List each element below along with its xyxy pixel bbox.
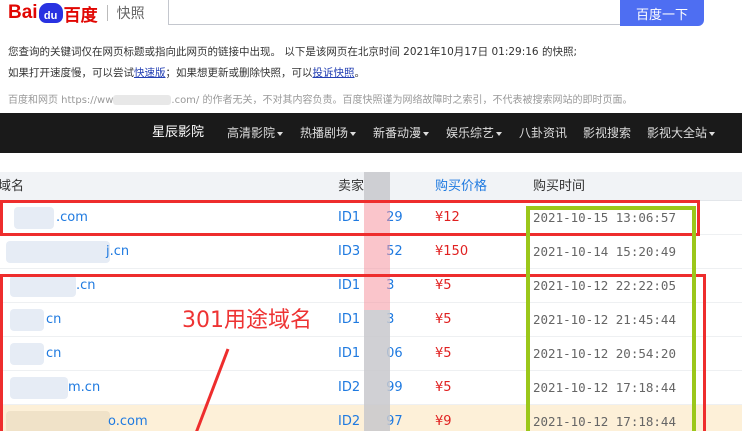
nav-item-gossip[interactable]: 八卦资讯	[519, 113, 567, 153]
price-cell: ¥150	[435, 244, 469, 259]
highlight-box-purchase-times	[526, 206, 696, 431]
fast-version-link[interactable]: 快速版	[134, 67, 166, 79]
seller-id-prefix: ID3	[338, 244, 361, 259]
nav-item-variety[interactable]: 娱乐综艺	[446, 113, 503, 153]
logo-divider	[106, 5, 108, 21]
notice-text: 如果打开速度慢，可以尝试	[8, 67, 134, 79]
nav-label: 影视大全站	[647, 126, 708, 140]
site-nav-bar: 星辰影院 高清影院 热播剧场 新番动漫 娱乐综艺 八卦资讯 影视搜索 影视大全站	[0, 113, 742, 153]
caret-down-icon	[350, 131, 357, 136]
nav-brand[interactable]: 星辰影院	[152, 113, 204, 153]
nav-item-anime[interactable]: 新番动漫	[373, 113, 430, 153]
report-snapshot-link[interactable]: 投诉快照	[313, 67, 355, 79]
baidu-logo[interactable]: Bai du 百度 快照	[8, 1, 145, 26]
redaction-overlay	[364, 172, 390, 202]
annotation-arrow-icon	[195, 348, 230, 431]
disclaimer-suffix: .com/ 的作者无关，不对其内容负责。百度快照谨为网络故障时之索引，不代表被搜…	[171, 95, 633, 106]
blurred-url	[113, 95, 172, 105]
col-time: 购买时间	[533, 179, 586, 194]
baidu-paw-icon: du	[38, 3, 63, 23]
notice-line-1: 您查询的关键词仅在网页标题或指向此网页的链接中出现。 以下是该网页在北京时间 2…	[8, 46, 577, 58]
caret-down-icon	[496, 131, 503, 136]
col-price[interactable]: 购买价格	[435, 172, 487, 201]
nav-label: 娱乐综艺	[446, 126, 495, 140]
nav-item-hd-cinema[interactable]: 高清影院	[227, 113, 284, 153]
nav-label: 影视搜索	[583, 126, 632, 140]
col-seller: 卖家	[338, 179, 365, 194]
caret-down-icon	[709, 131, 716, 136]
logo-text-du: du	[43, 10, 58, 22]
nav-label: 热播剧场	[300, 126, 349, 140]
logo-text-bai: Bai	[8, 2, 38, 23]
disclaimer-prefix: 百度和网页 https://ww	[8, 95, 114, 106]
baidu-header: Bai du 百度 快照 百度一下	[0, 0, 742, 30]
nav-item-video-search[interactable]: 影视搜索	[583, 113, 631, 153]
search-input[interactable]	[168, 0, 622, 25]
nav-item-hot-drama[interactable]: 热播剧场	[300, 113, 357, 153]
col-domain: 域名	[0, 179, 25, 194]
notice-text: 。	[354, 67, 366, 79]
caret-down-icon	[277, 131, 284, 136]
redacted-domain	[6, 241, 110, 263]
nav-item-video-directory[interactable]: 影视大全站	[647, 113, 716, 153]
nav-label: 八卦资讯	[519, 126, 568, 140]
domain-cell[interactable]: j.cn	[106, 235, 129, 269]
search-button[interactable]: 百度一下	[620, 0, 704, 26]
nav-label: 高清影院	[227, 126, 276, 140]
caret-down-icon	[423, 131, 430, 136]
annotation-label: 301用途域名	[182, 308, 312, 333]
nav-label: 新番动漫	[373, 126, 422, 140]
snapshot-label: 快照	[116, 6, 145, 22]
snapshot-notice: 您查询的关键词仅在网页标题或指向此网页的链接中出现。 以下是该网页在北京时间 2…	[8, 42, 577, 84]
notice-line-2: 如果打开速度慢，可以尝试快速版；如果想更新或删除快照，可以投诉快照。	[8, 63, 577, 84]
snapshot-disclaimer: 百度和网页 https://ww .com/ 的作者无关，不对其内容负责。百度快照…	[8, 91, 632, 106]
notice-text: ；如果想更新或删除快照，可以	[165, 67, 313, 79]
logo-text-baidu: 百度	[63, 5, 98, 26]
